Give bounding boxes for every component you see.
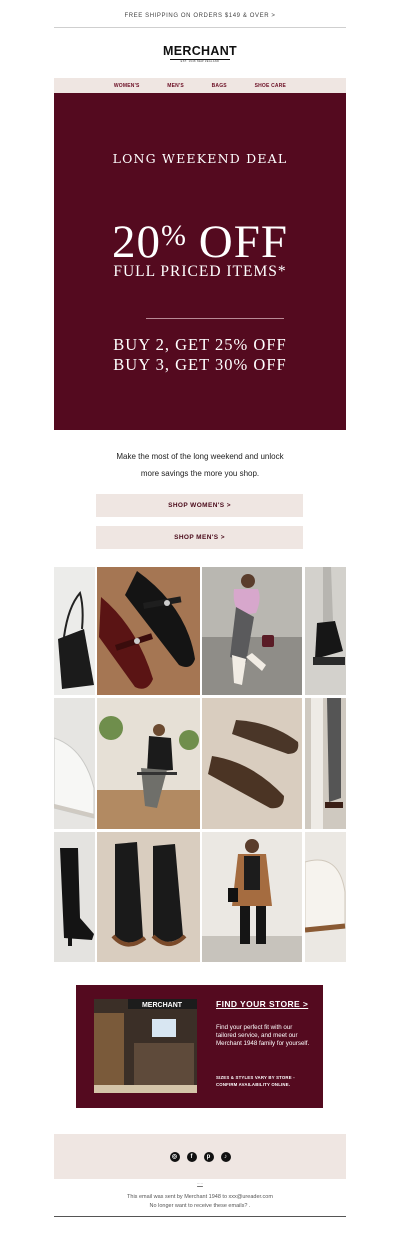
product-tile-model-door[interactable] [305,698,346,829]
shipping-banner[interactable]: FREE SHIPPING ON ORDERS $149 & OVER > [54,0,346,28]
product-tile-model-seated[interactable] [97,698,200,829]
footer-line-1: This email was sent by Merchant 1948 to … [127,1194,273,1200]
store-finder-card[interactable]: MERCHANT FIND YOUR STORE > Find your per… [76,985,323,1108]
social-links: ◎ f p ♪ [54,1134,346,1179]
store-photo: MERCHANT [94,999,197,1093]
main-nav: WOMEN'S MEN'S BAGS SHOE CARE [54,78,346,93]
suede-loafers-image [202,698,302,829]
brand-name: MERCHANT [163,44,237,58]
product-tile-lace-boots[interactable] [97,832,200,962]
white-sneaker-image [54,698,95,829]
shipping-banner-text: FREE SHIPPING ON ORDERS $149 & OVER > [124,13,276,19]
hero-kicker: LONG WEEKEND DEAL [112,151,288,166]
shop-womens-button[interactable]: SHOP WOMEN'S > [96,494,303,517]
discount-number: 20 [112,216,161,268]
tiktok-icon[interactable]: ♪ [220,1151,231,1162]
nav-item-womens[interactable]: WOMEN'S [114,83,140,89]
store-note: SIZES & STYLES VARY BY STORE - CONFIRM A… [216,1075,295,1087]
discount-word: OFF [186,216,288,268]
store-interior-image: MERCHANT [94,999,197,1093]
find-store-link[interactable]: FIND YOUR STORE > [216,999,308,1009]
product-tile-cream-sneaker[interactable] [305,832,346,962]
brand-logo[interactable]: MERCHANT EST. 1948 NEW ZEALAND [0,44,400,64]
hero-discount: 20% OFF [54,207,346,271]
product-tile-model-grey[interactable] [202,567,302,695]
nav-item-bags[interactable]: BAGS [212,83,227,89]
product-tile-mary-janes[interactable] [97,567,200,695]
hero-offer-1: BUY 2, GET 25% OFF [113,335,287,354]
footer-line-2[interactable]: No longer want to receive these emails? … [54,1202,346,1211]
product-tile-suede-loafers[interactable] [202,698,302,829]
product-tile-black-bag[interactable] [54,567,95,695]
chunky-boot-image [305,567,346,695]
pinterest-icon[interactable]: p [203,1151,214,1162]
lace-up-boots-image [97,832,200,962]
hero-divider [146,318,284,319]
instagram-icon[interactable]: ◎ [169,1151,180,1162]
discount-percent: % [161,219,186,252]
black-bag-image [58,590,94,689]
product-image-grid [54,567,346,962]
nav-item-shoe-care[interactable]: SHOE CARE [255,83,287,89]
intro-line-2: more savings the more you shop. [140,469,260,478]
intro-text: Make the most of the long weekend and un… [54,448,346,482]
store-body-text: Find your perfect fit with our tailored … [216,1024,310,1047]
store-sign-text: MERCHANT [142,1002,183,1009]
shop-mens-button[interactable]: SHOP MEN'S > [96,526,303,549]
tiny-link[interactable]: ····· [0,1182,400,1186]
hero-offer-2: BUY 3, GET 30% OFF [113,355,287,374]
model-seated-image [97,698,200,829]
product-tile-chunky-boot[interactable] [305,567,346,695]
brand-tagline: EST. 1948 NEW ZEALAND [170,59,230,64]
cream-sneaker-image [305,832,346,962]
hero-banner[interactable]: LONG WEEKEND DEAL 20% OFF FULL PRICED IT… [54,93,346,430]
model-camel-coat-image [202,832,302,962]
nav-item-mens[interactable]: MEN'S [167,83,184,89]
product-tile-tall-boot[interactable] [54,832,95,962]
facebook-icon[interactable]: f [186,1151,197,1162]
mary-jane-shoes-image [97,567,200,695]
hero-subtitle: FULL PRICED ITEMS* [113,263,287,280]
model-grey-outfit-image [202,567,302,695]
product-tile-white-sneaker[interactable] [54,698,95,829]
footer-text: This email was sent by Merchant 1948 to … [54,1193,346,1210]
intro-line-1: Make the most of the long weekend and un… [116,452,284,461]
footer-divider [54,1216,346,1217]
model-door-image [305,698,346,829]
tall-boot-image [54,832,95,962]
product-tile-model-coat[interactable] [202,832,302,962]
